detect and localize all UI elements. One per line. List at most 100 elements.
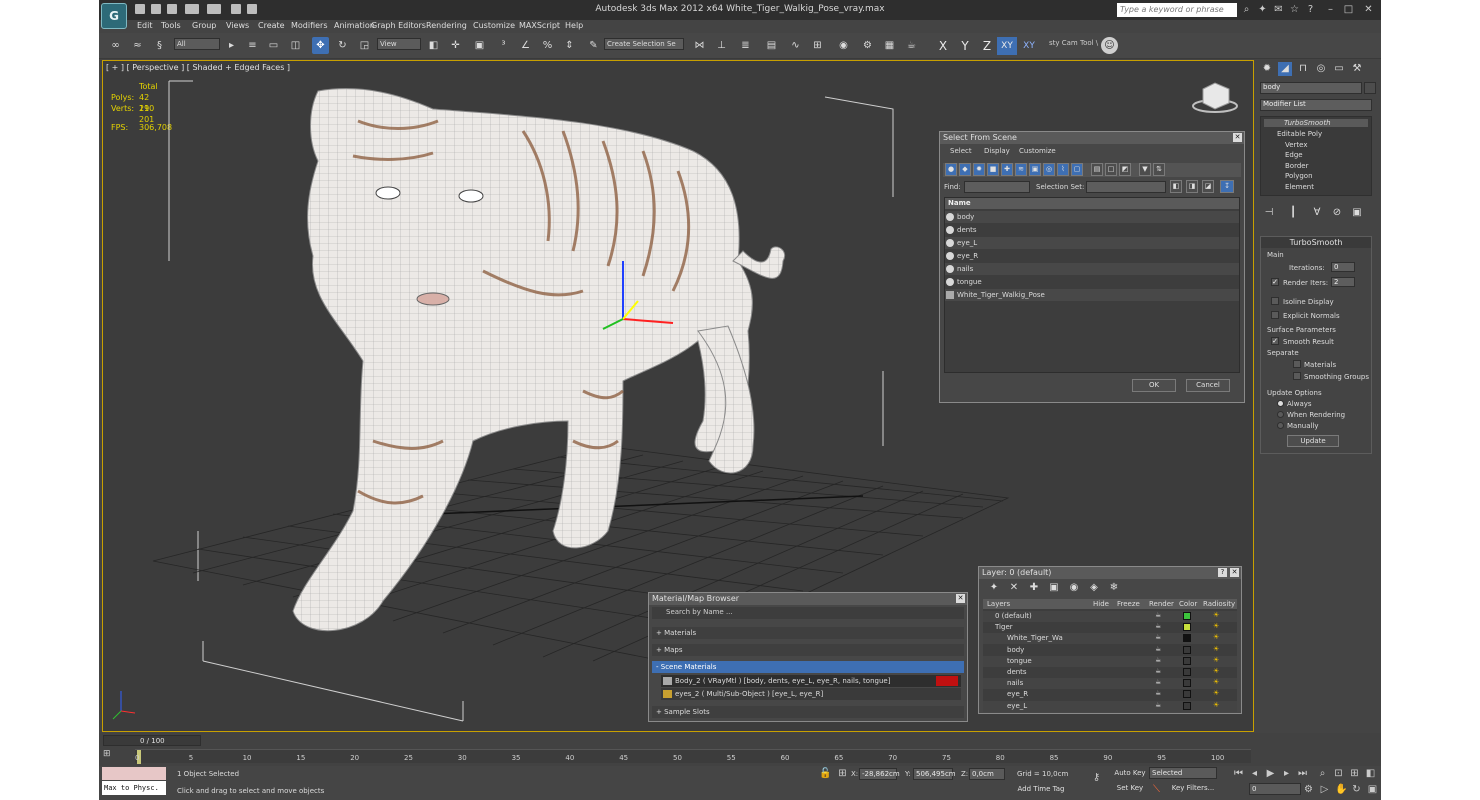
stack-item-editable-poly[interactable]: Editable Poly bbox=[1277, 130, 1322, 138]
maps-group[interactable]: + Maps bbox=[652, 644, 964, 656]
set-key-button[interactable]: Set Key bbox=[1113, 783, 1147, 796]
restrict-x-button[interactable]: X bbox=[934, 37, 952, 55]
x-coordinate-field[interactable]: -28,862cm bbox=[859, 768, 900, 780]
search-icon[interactable]: ⌕ bbox=[1241, 4, 1252, 15]
window-crossing-icon[interactable]: ◫ bbox=[287, 37, 304, 54]
radiosity-icon[interactable]: ☀ bbox=[1213, 645, 1219, 653]
tiger-model[interactable] bbox=[292, 88, 785, 632]
radiosity-icon[interactable]: ☀ bbox=[1213, 701, 1219, 709]
restrict-z-button[interactable]: Z bbox=[978, 37, 996, 55]
render-toggle-icon[interactable]: ☕ bbox=[1155, 645, 1161, 653]
menu-customize[interactable]: Customize bbox=[1019, 147, 1056, 155]
radiosity-icon[interactable]: ☀ bbox=[1213, 689, 1219, 697]
layer-row[interactable]: eye_R ☀ ☕ bbox=[983, 689, 1237, 700]
layer-color-swatch[interactable] bbox=[1183, 679, 1191, 688]
z-coordinate-field[interactable]: 0,0cm bbox=[969, 768, 1005, 780]
stack-item-edge[interactable]: Edge bbox=[1285, 151, 1303, 159]
selection-filter-dropdown[interactable]: All bbox=[174, 38, 220, 50]
add-to-layer-icon[interactable]: ✚ bbox=[1027, 581, 1041, 595]
display-spacewarps-icon[interactable]: ≋ bbox=[1015, 163, 1027, 176]
layer-row[interactable]: eye_L ☀ ☕ bbox=[983, 700, 1237, 712]
layer-row[interactable]: nails ☀ ☕ bbox=[983, 678, 1237, 690]
search-by-name-input[interactable]: Search by Name ... bbox=[652, 607, 964, 619]
radiosity-icon[interactable]: ☀ bbox=[1213, 656, 1219, 664]
render-production-icon[interactable]: ☕ bbox=[903, 37, 920, 54]
layer-color-swatch[interactable] bbox=[1183, 612, 1191, 620]
communication-icon[interactable]: ✉ bbox=[1273, 4, 1284, 15]
close-icon[interactable]: ✕ bbox=[1233, 133, 1242, 142]
modify-tab-icon[interactable]: ◢ bbox=[1278, 62, 1292, 76]
viewcube[interactable] bbox=[1192, 82, 1238, 113]
current-frame-field[interactable]: 0 bbox=[1249, 783, 1301, 795]
menu-help[interactable]: Help bbox=[565, 21, 583, 30]
layer-color-swatch[interactable] bbox=[1183, 690, 1191, 699]
freeze-all-icon[interactable]: ❄ bbox=[1107, 581, 1121, 595]
radiosity-icon[interactable]: ☀ bbox=[1213, 633, 1219, 641]
rectangular-selection-icon[interactable]: ▭ bbox=[265, 37, 282, 54]
display-geometry-icon[interactable]: ● bbox=[945, 163, 957, 176]
minimize-icon[interactable]: – bbox=[1325, 4, 1336, 15]
col-layers[interactable]: Layers bbox=[987, 600, 1010, 608]
spinner-snap-icon[interactable]: ⇕ bbox=[561, 37, 578, 54]
create-tab-icon[interactable]: ✹ bbox=[1260, 62, 1274, 76]
viewport-layout-icon[interactable]: ▣ bbox=[1367, 784, 1378, 795]
favorites-icon[interactable]: ☆ bbox=[1289, 4, 1300, 15]
layer-row[interactable]: tongue ☀ ☕ bbox=[983, 655, 1237, 667]
schematic-view-icon[interactable]: ⊞ bbox=[809, 37, 826, 54]
render-toggle-icon[interactable]: ☕ bbox=[1155, 656, 1161, 664]
ribbon-icon[interactable]: ▤ bbox=[763, 37, 780, 54]
menu-animation[interactable]: Animation bbox=[334, 21, 375, 30]
list-item[interactable]: White_Tiger_Walkig_Pose bbox=[945, 289, 1239, 301]
radiosity-icon[interactable]: ☀ bbox=[1213, 678, 1219, 686]
close-icon[interactable]: ✕ bbox=[956, 594, 965, 603]
display-containers-icon[interactable]: ▢ bbox=[1071, 163, 1083, 176]
play-icon[interactable]: ▶ bbox=[1265, 768, 1276, 779]
select-and-move-icon[interactable]: ✥ bbox=[312, 37, 329, 54]
object-name-field[interactable]: body bbox=[1260, 82, 1362, 94]
menu-tools[interactable]: Tools bbox=[161, 21, 181, 30]
render-toggle-icon[interactable]: ☕ bbox=[1155, 622, 1161, 630]
absolute-mode-icon[interactable]: ⊞ bbox=[837, 768, 848, 779]
eyes-material-row[interactable]: eyes_2 ( Multi/Sub-Object ) [eye_L, eye_… bbox=[661, 688, 961, 700]
hierarchy-tab-icon[interactable]: ⊓ bbox=[1296, 62, 1310, 76]
separate-materials-checkbox[interactable] bbox=[1293, 360, 1301, 368]
selection-set-dropdown[interactable] bbox=[1086, 181, 1166, 193]
explicit-normals-checkbox[interactable] bbox=[1271, 311, 1279, 319]
render-toggle-icon[interactable]: ☕ bbox=[1155, 689, 1161, 697]
radiosity-icon[interactable]: ☀ bbox=[1213, 622, 1219, 630]
maxscript-mini-listener-top[interactable] bbox=[102, 767, 166, 780]
update-button[interactable]: Update bbox=[1287, 435, 1339, 447]
cancel-button[interactable]: Cancel bbox=[1186, 379, 1230, 392]
list-item[interactable]: dents bbox=[945, 224, 1239, 236]
filter-icon[interactable]: ▼ bbox=[1139, 163, 1151, 176]
selected-set-dropdown[interactable]: Selected bbox=[1149, 767, 1217, 779]
stack-item-polygon[interactable]: Polygon bbox=[1285, 172, 1313, 180]
subscription-icon[interactable]: ✦ bbox=[1257, 4, 1268, 15]
sort-icon[interactable]: ⇅ bbox=[1153, 163, 1165, 176]
list-item[interactable]: eye_L bbox=[945, 237, 1239, 249]
next-frame-icon[interactable]: ▸ bbox=[1281, 768, 1292, 779]
rendered-frame-window-icon[interactable]: ▦ bbox=[881, 37, 898, 54]
keyboard-shortcut-override-icon[interactable]: ▣ bbox=[471, 37, 488, 54]
render-toggle-icon[interactable]: ☕ bbox=[1155, 633, 1161, 641]
pin-stack-icon[interactable]: ⊣ bbox=[1262, 206, 1276, 220]
stack-item-border[interactable]: Border bbox=[1285, 162, 1308, 170]
maxscript-mini-listener[interactable]: Max to Physc. bbox=[102, 781, 166, 795]
display-lights-icon[interactable]: ✹ bbox=[973, 163, 985, 176]
render-iters-checkbox[interactable]: ✓ bbox=[1271, 278, 1279, 286]
select-and-scale-icon[interactable]: ◲ bbox=[356, 37, 373, 54]
close-icon[interactable]: ✕ bbox=[1230, 568, 1239, 577]
delete-layer-icon[interactable]: ✕ bbox=[1007, 581, 1021, 595]
mirror-icon[interactable]: ⋈ bbox=[691, 37, 708, 54]
display-shapes-icon[interactable]: ◆ bbox=[959, 163, 971, 176]
link-icon[interactable]: ∞ bbox=[107, 37, 124, 54]
reference-coordinate-dropdown[interactable]: View bbox=[377, 38, 421, 50]
maximize-icon[interactable]: □ bbox=[1343, 4, 1354, 15]
maximize-viewport-icon[interactable]: ◧ bbox=[1365, 768, 1376, 779]
select-objects-icon[interactable]: ▣ bbox=[1047, 581, 1061, 595]
col-hide[interactable]: Hide bbox=[1093, 600, 1109, 608]
lock-selection-icon[interactable]: 🔓 bbox=[819, 768, 831, 779]
key-icon[interactable]: ⚷ bbox=[1091, 772, 1102, 783]
select-all-icon[interactable]: ▤ bbox=[1091, 163, 1103, 176]
menu-edit[interactable]: Edit bbox=[137, 21, 153, 30]
